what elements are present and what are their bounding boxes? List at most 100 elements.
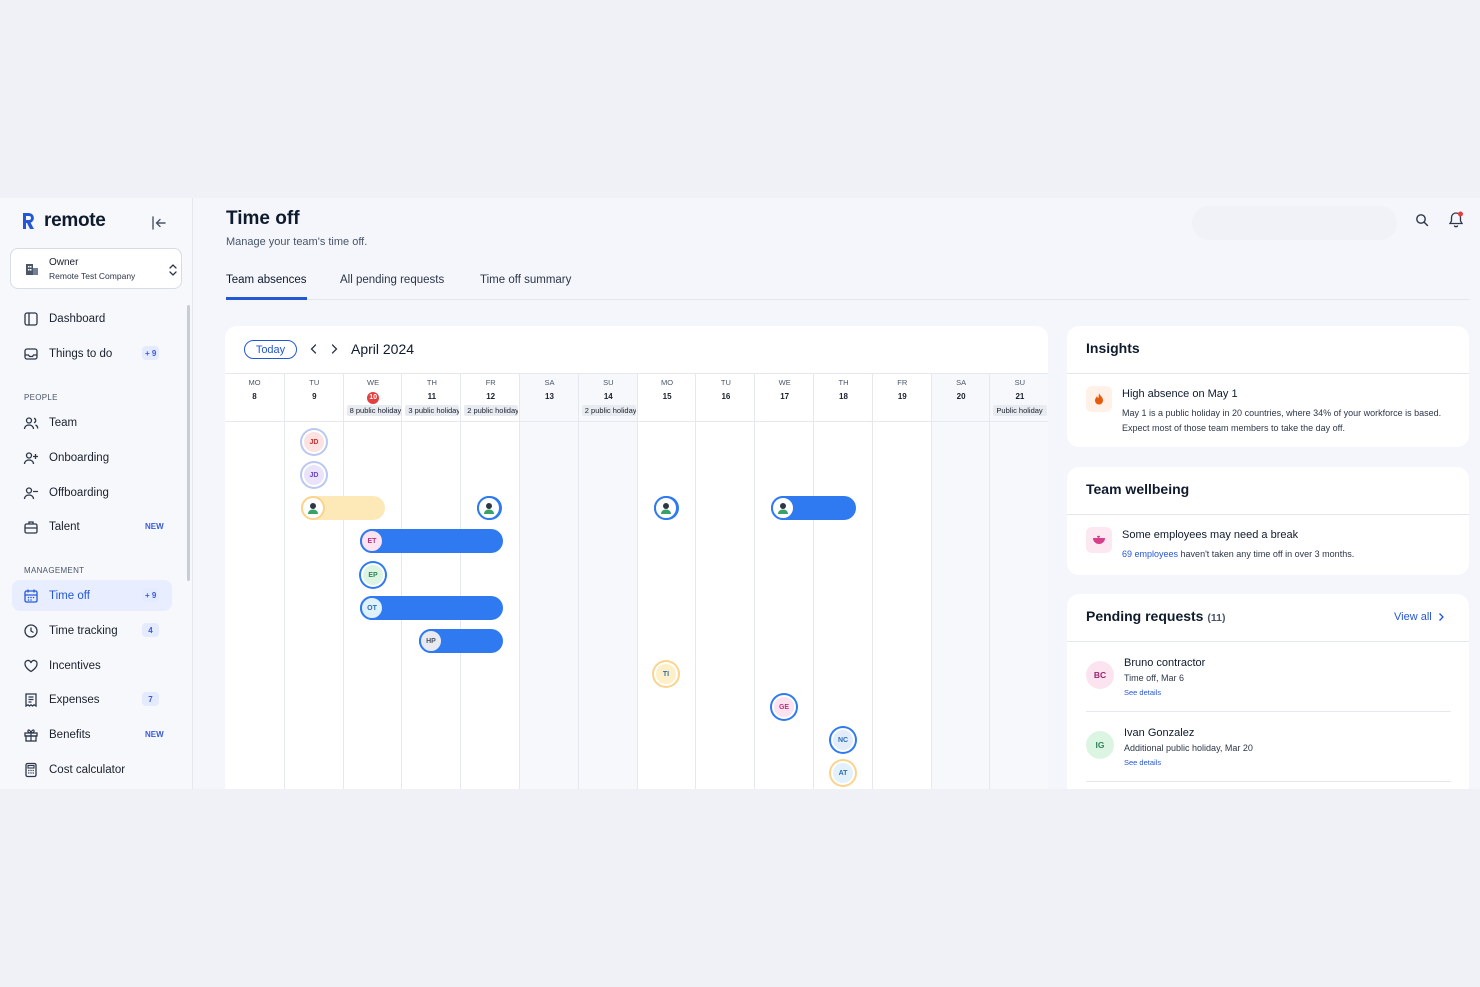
holiday-chip[interactable]: Public holiday xyxy=(993,405,1048,416)
collapse-sidebar-icon[interactable] xyxy=(150,214,168,232)
sidebar-scrollbar[interactable] xyxy=(187,305,190,581)
tab-all-pending-requests[interactable]: All pending requests xyxy=(340,274,444,300)
chevron-right-icon[interactable] xyxy=(328,342,340,356)
day-number-text: 17 xyxy=(780,392,790,401)
avatar: IG xyxy=(1086,731,1114,759)
see-details-link[interactable]: See details xyxy=(1124,758,1161,767)
divider xyxy=(225,373,1048,374)
sidebar-item-time-tracking[interactable]: Time tracking 4 xyxy=(12,615,172,646)
holiday-chip[interactable]: 2 public holidays xyxy=(581,405,636,416)
sidebar-item-onboarding[interactable]: Onboarding xyxy=(12,442,172,473)
day-column[interactable]: SA 13 xyxy=(519,373,578,789)
sidebar-item-dashboard[interactable]: Dashboard xyxy=(12,303,172,334)
day-number: 19 xyxy=(873,392,932,401)
inbox-icon xyxy=(22,345,40,363)
sidebar-item-things-to-do[interactable]: Things to do + 9 xyxy=(12,338,172,369)
day-column[interactable]: SU 21 Public holiday xyxy=(989,373,1048,789)
avatar xyxy=(477,496,501,520)
absence-avatar[interactable]: NC xyxy=(831,728,855,752)
view-all-link[interactable]: View all xyxy=(1394,611,1445,623)
search-icon[interactable] xyxy=(1415,213,1429,227)
day-column[interactable]: SA 20 xyxy=(930,373,991,789)
sidebar-item-label: Team xyxy=(49,416,78,429)
day-number-text: 20 xyxy=(956,392,966,401)
see-details-link[interactable]: See details xyxy=(1124,688,1161,697)
sidebar-item-cost-calculator[interactable]: Cost calculator xyxy=(12,754,172,785)
divider xyxy=(1067,514,1469,515)
absence-bar[interactable] xyxy=(477,496,502,520)
sidebar-item-label: Things to do xyxy=(49,347,113,360)
absence-avatar[interactable]: AT xyxy=(831,761,855,785)
holiday-chip[interactable]: 8 public holidays xyxy=(346,405,401,416)
remote-logo[interactable]: remote xyxy=(20,210,106,232)
card-title: Team wellbeing xyxy=(1086,481,1190,497)
day-column[interactable]: TU 16 xyxy=(695,373,754,789)
users-icon xyxy=(22,414,40,432)
day-of-week: TU xyxy=(720,378,731,387)
absence-avatar[interactable]: JD xyxy=(302,463,326,487)
absence-bar[interactable]: OT xyxy=(360,596,503,620)
day-column[interactable]: TH 11 3 public holidays xyxy=(401,373,460,789)
day-number: 8 xyxy=(225,392,284,401)
avatar xyxy=(301,496,325,520)
notification-bell-icon[interactable] xyxy=(1448,211,1464,228)
workspace-switcher[interactable]: Owner Remote Test Company xyxy=(10,248,182,289)
chevron-right-icon xyxy=(1438,613,1444,621)
day-of-week: FR xyxy=(485,378,496,387)
day-number-text: 8 xyxy=(252,392,257,401)
employees-link[interactable]: 69 employees xyxy=(1122,549,1178,559)
count-badge: 4 xyxy=(142,623,159,637)
new-badge: NEW xyxy=(145,729,164,739)
absence-avatar[interactable]: TI xyxy=(654,662,678,686)
tab-time-off-summary[interactable]: Time off summary xyxy=(480,274,571,300)
logo-text: remote xyxy=(44,210,106,231)
view-all-label: View all xyxy=(1394,611,1432,623)
absence-bar[interactable] xyxy=(654,496,679,520)
sidebar-item-benefits[interactable]: Benefits NEW xyxy=(12,719,172,750)
day-of-week: FR xyxy=(897,378,908,387)
new-badge: NEW xyxy=(145,521,164,531)
tab-team-absences[interactable]: Team absences xyxy=(226,274,307,300)
day-number-text: 11 xyxy=(427,392,437,401)
calendar-icon xyxy=(22,587,40,605)
absence-avatar[interactable]: GE xyxy=(772,695,796,719)
absence-avatar[interactable]: JD xyxy=(302,430,326,454)
sidebar-item-time-off[interactable]: Time off + 9 xyxy=(12,580,172,611)
day-column[interactable]: WE 17 xyxy=(754,373,813,789)
absence-avatar: HP xyxy=(419,629,443,653)
holiday-chip[interactable]: 3 public holidays xyxy=(405,405,460,416)
day-column[interactable]: MO 15 xyxy=(636,373,696,789)
day-column[interactable]: FR 19 xyxy=(871,373,932,789)
heart-bowl-icon xyxy=(1086,527,1112,553)
sidebar-item-expenses[interactable]: Expenses 7 xyxy=(12,684,172,715)
sidebar-item-talent[interactable]: Talent NEW xyxy=(12,511,172,542)
day-number-text: 9 xyxy=(312,392,317,401)
gift-icon xyxy=(22,726,40,744)
day-number: 20 xyxy=(932,392,991,401)
day-number: 21 xyxy=(990,392,1048,401)
today-button[interactable]: Today xyxy=(244,340,297,359)
sidebar-item-team[interactable]: Team xyxy=(12,407,172,438)
day-column[interactable]: SU 14 2 public holidays xyxy=(577,373,637,789)
day-column[interactable]: FR 12 2 public holidays xyxy=(460,373,519,789)
chevron-left-icon[interactable] xyxy=(308,342,320,356)
day-column[interactable]: TH 18 xyxy=(813,373,872,789)
pending-requests-card: Pending requests (11) View all BC Bruno … xyxy=(1067,594,1469,789)
section-label-management: MANAGEMENT xyxy=(24,566,85,575)
absence-avatar[interactable]: EP xyxy=(361,563,385,587)
day-number-text: 15 xyxy=(662,392,672,401)
absence-bar[interactable]: HP xyxy=(419,629,503,653)
absence-bar[interactable] xyxy=(301,496,385,520)
absence-bar[interactable] xyxy=(771,496,856,520)
day-number: 13 xyxy=(520,392,579,401)
user-plus-icon xyxy=(22,449,40,467)
sidebar-item-incentives[interactable]: Incentives xyxy=(12,650,172,681)
sidebar: remote Owner Remote Test Company Dashboa… xyxy=(0,198,193,789)
card-title: Insights xyxy=(1086,340,1140,356)
sidebar-item-label: Dashboard xyxy=(49,312,106,325)
holiday-chip[interactable]: 2 public holidays xyxy=(464,405,519,416)
day-column[interactable]: MO 8 xyxy=(225,373,284,789)
sidebar-item-offboarding[interactable]: Offboarding xyxy=(12,477,172,508)
day-of-week: TH xyxy=(838,378,849,387)
absence-bar[interactable]: ET xyxy=(360,529,503,553)
